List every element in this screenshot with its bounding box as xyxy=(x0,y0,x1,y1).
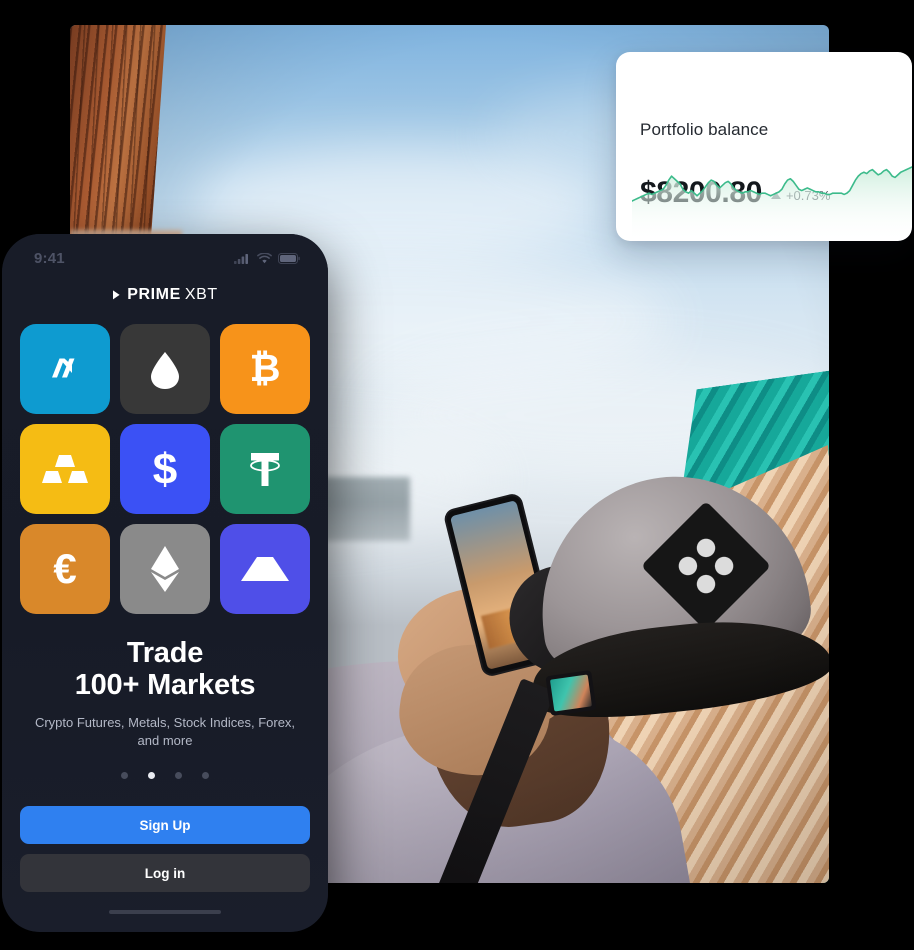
portfolio-balance-card: Portfolio balance $8200.80 +0.73% xyxy=(616,52,912,241)
brand-name-prime: PRIME xyxy=(127,286,181,303)
headline-subtitle: Crypto Futures, Metals, Stock Indices, F… xyxy=(34,714,296,748)
headline-line-1: Trade xyxy=(126,637,204,669)
nasdaq-icon xyxy=(42,346,88,392)
portfolio-sparkline-chart xyxy=(632,163,912,241)
markets-grid: ₿ $ € xyxy=(20,324,310,614)
market-tile-euro[interactable]: € xyxy=(20,524,110,614)
screenshot-root: Portfolio balance $8200.80 +0.73% xyxy=(0,0,914,950)
bitcoin-icon: ₿ xyxy=(244,346,286,392)
auth-buttons: Sign Up Log in xyxy=(2,806,328,892)
oil-drop-icon xyxy=(143,346,187,392)
status-bar-time: 9:41 xyxy=(34,249,65,267)
headline-line-2: 100+ Markets xyxy=(74,668,256,701)
market-tile-gold[interactable] xyxy=(20,424,110,514)
strap-camera xyxy=(545,669,597,717)
wifi-icon xyxy=(257,252,272,263)
portfolio-card-title: Portfolio balance xyxy=(640,120,769,139)
log-in-button[interactable]: Log in xyxy=(20,854,310,892)
tether-icon xyxy=(241,446,289,492)
primexbt-chevron-icon xyxy=(113,290,120,300)
pagination-dot-2[interactable] xyxy=(175,771,182,779)
ethereum-icon xyxy=(148,544,182,594)
pagination-dot-1[interactable] xyxy=(148,771,155,779)
cellular-signal-icon xyxy=(234,253,248,264)
market-tile-tether[interactable] xyxy=(220,424,310,514)
market-tile-bitcoin[interactable]: ₿ xyxy=(220,324,310,414)
market-tile-nasdaq[interactable] xyxy=(20,324,110,414)
phone-status-bar: 9:41 xyxy=(2,234,328,274)
gold-bars-icon xyxy=(40,452,90,486)
brand-name-xbt: XBT xyxy=(184,286,218,303)
silver-bar-icon xyxy=(239,554,291,584)
euro-icon: € xyxy=(44,545,86,593)
dollar-icon: $ xyxy=(145,444,185,494)
tree-trunk xyxy=(70,25,166,243)
phone-mockup: 9:41 PRIME XBT ₿ $ € Trade 100+ Markets … xyxy=(2,234,328,932)
market-tile-silver[interactable] xyxy=(220,524,310,614)
market-tile-usd[interactable]: $ xyxy=(120,424,210,514)
home-indicator[interactable] xyxy=(109,910,221,914)
sparkline-svg xyxy=(632,166,912,241)
svg-text:€: € xyxy=(53,545,76,592)
svg-text:$: $ xyxy=(153,445,177,494)
sign-up-button[interactable]: Sign Up xyxy=(20,806,310,844)
app-brand-logo: PRIME XBT xyxy=(2,284,328,306)
svg-text:₿: ₿ xyxy=(250,348,281,390)
headline-text: Trade 100+ Markets xyxy=(24,637,306,702)
onboarding-headline: Trade 100+ Markets Crypto Futures, Metal… xyxy=(2,637,328,750)
pagination-dot-0[interactable] xyxy=(121,771,128,779)
home-indicator-area xyxy=(2,892,328,932)
pagination-dot-3[interactable] xyxy=(202,771,209,779)
phone-screen: 9:41 PRIME XBT ₿ $ € Trade 100+ Markets … xyxy=(2,234,328,932)
carousel-pagination[interactable] xyxy=(2,771,328,779)
market-tile-oil[interactable] xyxy=(120,324,210,414)
status-bar-icons xyxy=(234,252,300,264)
battery-icon xyxy=(278,252,300,264)
market-tile-ethereum[interactable] xyxy=(120,524,210,614)
